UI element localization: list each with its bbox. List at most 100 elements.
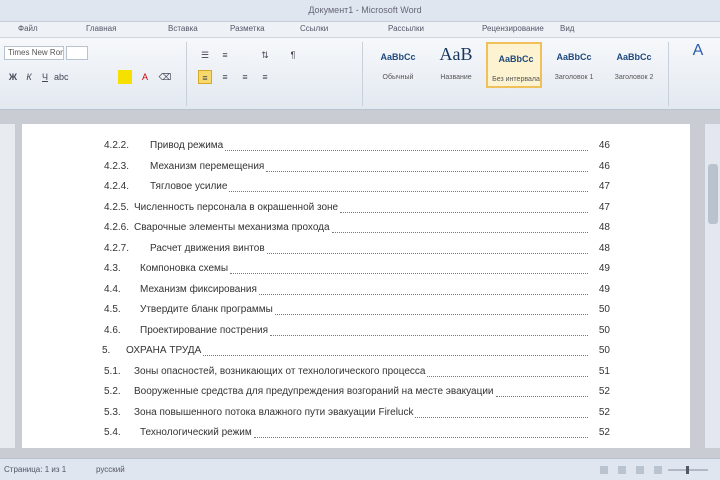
tab-home[interactable]: Главная <box>86 24 116 33</box>
underline-button[interactable]: Ч <box>38 70 52 84</box>
toc-number: 4.2.6. <box>104 222 130 233</box>
toc-number: 4.2.3. <box>104 160 130 172</box>
justify-button[interactable]: ≡ <box>258 70 272 84</box>
toc-page-number: 49 <box>598 263 610 274</box>
toc-row[interactable]: 5.4. Технологический режим 52 <box>22 423 690 443</box>
toc-title: Привод режима <box>150 140 224 151</box>
show-marks-button[interactable]: ¶ <box>286 48 300 62</box>
toc-title: Численность персонала в окрашенной зоне <box>134 201 339 213</box>
ribbon-tabs: Файл Главная Вставка Разметка Ссылки Рас… <box>0 22 720 38</box>
toc-title: Расчет движения винтов <box>150 242 265 254</box>
toc-leader <box>415 416 588 418</box>
group-divider <box>668 42 669 106</box>
tab-references[interactable]: Ссылки <box>300 24 328 33</box>
document-page[interactable]: 4.2.2. Привод режима 46 4.2.3. Механизм пере… <box>22 124 690 448</box>
bullets-button[interactable]: ☰ <box>198 48 212 62</box>
sort-button[interactable]: ⇅ <box>258 48 272 62</box>
toc-number: 5.4. <box>104 427 121 438</box>
toc-page-number: 46 <box>598 160 610 172</box>
toc-page-number: 50 <box>598 304 610 315</box>
toc-leader <box>266 170 588 172</box>
toc-leader <box>495 396 588 397</box>
style-heading[interactable]: AaB Название <box>428 42 484 88</box>
window-title: Документ1 - Microsoft Word <box>308 5 422 15</box>
toc-row[interactable]: 4.4. Механизм фиксирования 49 <box>22 280 690 300</box>
toc-row[interactable]: 4.2.3. Механизм перемещения 46 <box>22 157 690 177</box>
toc-row[interactable]: 4.5. Утвердите бланк программы 50 <box>22 300 690 320</box>
toc-row[interactable]: 5.2. Вооруженные средства для предупрежде… <box>22 382 690 402</box>
toc-title: ОХРАНА ТРУДА <box>126 345 202 356</box>
toc-leader <box>229 191 588 192</box>
toc-title: Механизм перемещения <box>150 160 265 172</box>
toc-row[interactable]: 4.2.7. Расчет движения винтов 48 <box>22 239 690 259</box>
numbering-button[interactable]: ≡ <box>218 48 232 62</box>
toc-row[interactable]: 4.6. Проектирование пострения 50 <box>22 321 690 341</box>
tab-insert[interactable]: Вставка <box>168 24 198 33</box>
italic-button[interactable]: К <box>22 70 36 84</box>
toc-title: Проектирование пострения <box>140 324 269 336</box>
toc-row[interactable]: 4.3. Компоновка схемы 49 <box>22 259 690 279</box>
toc-number: 4.5. <box>104 304 121 315</box>
toc-number: 5.3. <box>104 406 121 418</box>
align-center-button[interactable]: ≡ <box>218 70 232 84</box>
style-no-spacing[interactable]: AaBbCc Без интервала <box>486 42 542 88</box>
toc-row[interactable]: 5. ОХРАНА ТРУДА 50 <box>22 341 690 361</box>
zoom-slider[interactable] <box>600 464 710 476</box>
toc-row[interactable]: 4.2.2. Привод режима 46 <box>22 136 690 156</box>
page-count: Страница: 1 из 1 <box>4 465 67 474</box>
toc-page-number: 52 <box>598 406 610 418</box>
toc-page-number: 51 <box>598 365 610 377</box>
status-bar: Страница: 1 из 1 русский <box>0 458 720 480</box>
font-color-button[interactable]: A <box>138 70 152 84</box>
toc-number: 4.2.2. <box>104 140 130 151</box>
tab-file[interactable]: Файл <box>18 24 38 33</box>
toc-title: Вооруженные средства для предупреждения … <box>134 386 494 397</box>
toc-page-number: 50 <box>598 345 610 356</box>
tab-mailings[interactable]: Рассылки <box>388 24 424 33</box>
tab-review[interactable]: Рецензирование <box>482 24 544 33</box>
ribbon: Times New Roman Ж К Ч abc A ⌫ ☰ ≡ ⇅ ¶ ≡ … <box>0 38 720 110</box>
toc-leader <box>270 334 588 336</box>
tab-view[interactable]: Вид <box>560 24 574 33</box>
title-bar: Документ1 - Microsoft Word <box>0 0 720 22</box>
toc-leader <box>427 375 588 377</box>
toc-number: 5. <box>102 345 111 356</box>
align-left-button[interactable]: ≡ <box>198 70 212 84</box>
toc-row[interactable]: 4.2.4. Тягловое усилие 47 <box>22 177 690 197</box>
language-indicator[interactable]: русский <box>96 465 125 474</box>
align-right-button[interactable]: ≡ <box>238 70 252 84</box>
toc-leader <box>253 437 588 438</box>
toc-number: 4.2.4. <box>104 181 130 192</box>
toc-title: Зоны опасностей, возникающих от технолог… <box>134 365 426 377</box>
strikethrough-button[interactable]: abc <box>54 70 69 84</box>
scroll-thumb[interactable] <box>708 164 718 224</box>
toc-title: Сварочные элементы механизма прохода <box>134 222 330 233</box>
toc-number: 4.2.5. <box>104 201 130 213</box>
highlight-button[interactable] <box>118 70 132 84</box>
toc-leader <box>258 293 588 295</box>
toc-page-number: 50 <box>598 324 610 336</box>
font-name-box[interactable]: Times New Roman <box>4 46 64 60</box>
toc-page-number: 52 <box>598 386 610 397</box>
toc-leader <box>230 273 588 274</box>
toc-title: Компоновка схемы <box>140 263 229 274</box>
font-size-box[interactable] <box>66 46 88 60</box>
toc-row[interactable]: 5.3. Зона повышенного потока влажного пут… <box>22 403 690 423</box>
bold-button[interactable]: Ж <box>6 70 20 84</box>
change-styles-icon[interactable]: A <box>688 43 708 64</box>
clear-format-button[interactable]: ⌫ <box>158 70 172 84</box>
style-normal[interactable]: AaBbCc Обычный <box>370 42 426 88</box>
toc-title: Механизм фиксирования <box>140 283 257 295</box>
toc-row[interactable]: 5.1. Зоны опасностей, возникающих от техн… <box>22 362 690 382</box>
vertical-scrollbar[interactable] <box>704 124 720 448</box>
style-heading-1[interactable]: AaBbCc Заголовок 1 <box>546 42 602 88</box>
toc-row[interactable]: 4.2.5. Численность персонала в окрашенной… <box>22 198 690 218</box>
tab-layout[interactable]: Разметка <box>230 24 265 33</box>
toc-row[interactable]: 4.2.6. Сварочные элементы механизма прохо… <box>22 218 690 238</box>
toc-leader <box>203 355 588 356</box>
style-heading-2[interactable]: AaBbCc Заголовок 2 <box>606 42 662 88</box>
toc-leader <box>331 232 588 233</box>
toc-page-number: 48 <box>598 222 610 233</box>
toc-page-number: 47 <box>598 201 610 213</box>
toc-number: 4.2.7. <box>104 242 130 254</box>
